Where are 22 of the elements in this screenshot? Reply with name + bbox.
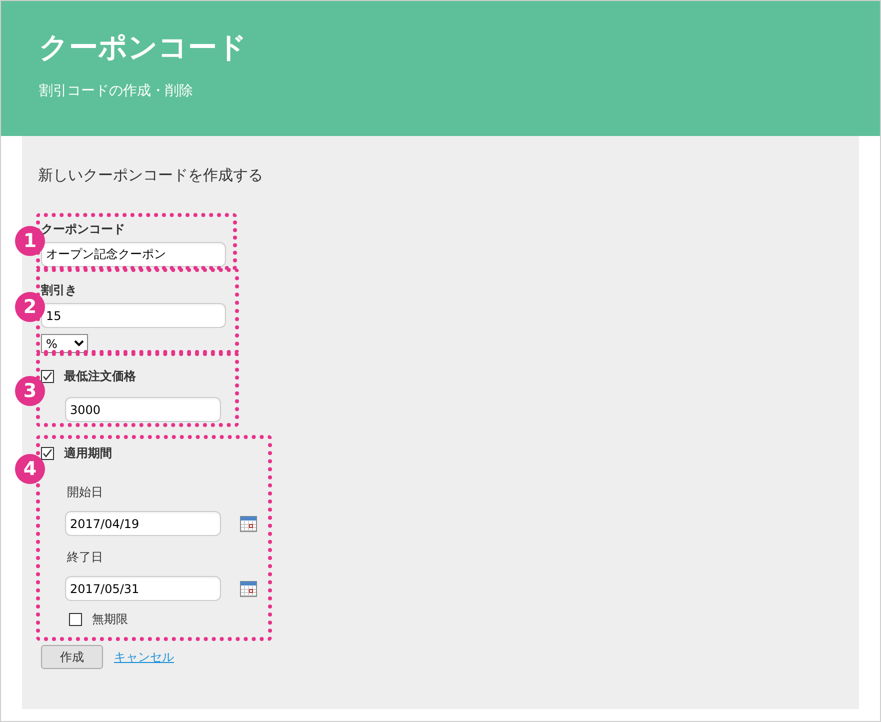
checkbox-label: 適用期間	[64, 445, 112, 462]
step-badge: 3	[15, 376, 45, 406]
date-field[interactable]: 2017/05/31	[65, 576, 221, 601]
form-heading: 新しいクーポンコードを作成する	[38, 166, 263, 185]
page-subtitle: 割引コードの作成・削除	[39, 82, 193, 100]
page-title: クーポンコード	[39, 29, 247, 65]
checkbox[interactable]	[41, 370, 54, 383]
min-price-field[interactable]: 3000	[65, 397, 221, 422]
unit-dropdown[interactable]: %	[41, 334, 88, 353]
checkbox-label: 最低注文価格	[64, 368, 136, 385]
calendar-icon[interactable]	[240, 516, 257, 532]
coupon-code-field[interactable]: オープン記念クーポン	[41, 242, 226, 267]
checkbox[interactable]	[69, 613, 82, 626]
checkbox-label: 無期限	[92, 611, 128, 628]
discount-field[interactable]: 15	[41, 303, 226, 328]
create-button[interactable]: 作成	[41, 645, 103, 669]
calendar-icon[interactable]	[240, 580, 257, 596]
checkbox[interactable]	[41, 447, 54, 460]
step-badge: 4	[15, 454, 45, 484]
field-label: 開始日	[67, 484, 103, 501]
date-field[interactable]: 2017/04/19	[65, 511, 221, 536]
field-label: 終了日	[67, 549, 103, 566]
